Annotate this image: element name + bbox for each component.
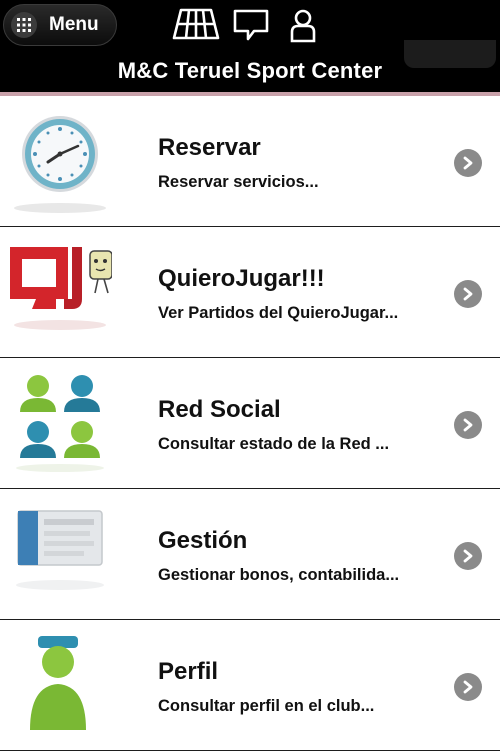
- item-title: QuieroJugar!!!: [158, 265, 325, 292]
- chevron-right-icon[interactable]: [454, 542, 482, 570]
- chevron-right-icon[interactable]: [454, 280, 482, 308]
- list-item-reservar[interactable]: Reservar Reservar servicios...: [0, 96, 500, 227]
- chevron-right-icon[interactable]: [454, 673, 482, 701]
- grid-icon: [11, 12, 37, 38]
- list-item-red-social[interactable]: Red Social Consultar estado de la Red ..…: [0, 358, 500, 489]
- management-panel-icon: [8, 499, 112, 609]
- item-title: Perfil: [158, 658, 219, 685]
- menu-list: Reservar Reservar servicios... QuieroJug…: [0, 96, 500, 751]
- menu-label: Menu: [49, 14, 99, 35]
- item-title: Red Social: [158, 396, 281, 423]
- social-network-users-icon: [8, 368, 112, 478]
- chevron-right-icon[interactable]: [454, 149, 482, 177]
- item-title: Gestión: [158, 527, 248, 554]
- chevron-right-icon[interactable]: [454, 411, 482, 439]
- item-subtitle: Gestionar bonos, contabilida...: [158, 566, 400, 584]
- item-subtitle: Ver Partidos del QuieroJugar...: [158, 304, 399, 322]
- page-title: M&C Teruel Sport Center: [117, 58, 383, 83]
- quierojugar-logo-icon: [8, 237, 113, 347]
- user-icon[interactable]: [288, 8, 318, 49]
- clock-icon: [8, 106, 112, 216]
- court-icon[interactable]: [172, 8, 220, 47]
- item-title: Reservar: [158, 134, 261, 161]
- list-item-gestion[interactable]: Gestión Gestionar bonos, contabilida...: [0, 489, 500, 620]
- list-item-perfil[interactable]: Perfil Consultar perfil en el club...: [0, 620, 500, 751]
- item-subtitle: Consultar estado de la Red ...: [158, 435, 390, 453]
- profile-user-icon: [8, 630, 112, 740]
- chat-bubble-icon[interactable]: [232, 8, 270, 47]
- item-subtitle: Consultar perfil en el club...: [158, 697, 375, 715]
- top-bar: Menu M&C Teruel Sport Center: [0, 0, 500, 92]
- menu-button[interactable]: Menu: [3, 4, 117, 46]
- item-subtitle: Reservar servicios...: [158, 173, 319, 191]
- list-item-quierojugar[interactable]: QuieroJugar!!! Ver Partidos del QuieroJu…: [0, 227, 500, 358]
